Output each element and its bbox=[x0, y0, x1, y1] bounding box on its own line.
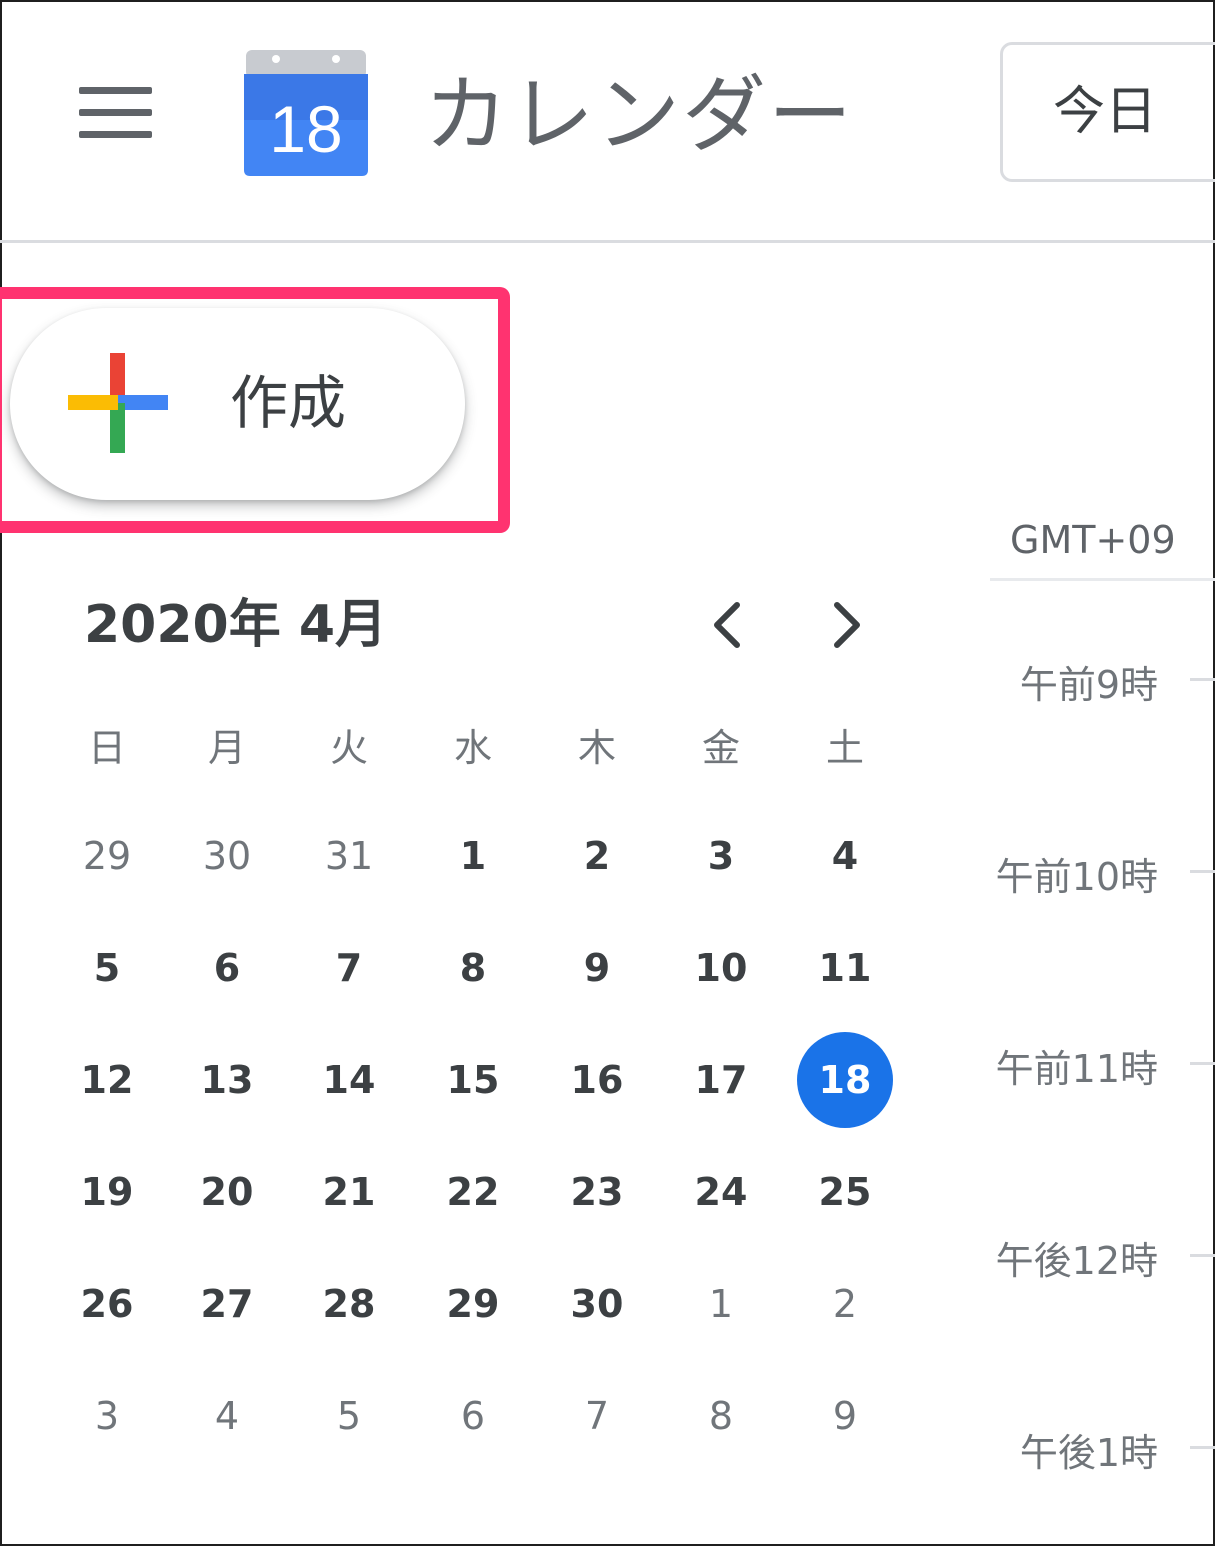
calendar-day[interactable]: 21 bbox=[299, 1142, 399, 1242]
calendar-day[interactable]: 2 bbox=[795, 1254, 895, 1354]
hour-label: 午前9時 bbox=[1019, 663, 1158, 707]
calendar-day[interactable]: 14 bbox=[299, 1030, 399, 1130]
calendar-day[interactable]: 29 bbox=[57, 806, 157, 906]
calendar-day[interactable]: 30 bbox=[547, 1254, 647, 1354]
hour-gridline bbox=[1190, 1254, 1215, 1257]
calendar-day[interactable]: 24 bbox=[671, 1142, 771, 1242]
calendar-day[interactable]: 4 bbox=[177, 1366, 277, 1466]
calendar-day[interactable]: 8 bbox=[423, 918, 523, 1018]
calendar-day[interactable]: 29 bbox=[423, 1254, 523, 1354]
today-button[interactable]: 今日 bbox=[1000, 42, 1215, 182]
calendar-day[interactable]: 13 bbox=[177, 1030, 277, 1130]
calendar-day[interactable]: 9 bbox=[795, 1366, 895, 1466]
weekday-header: 火 bbox=[329, 726, 368, 770]
calendar-day[interactable]: 7 bbox=[299, 918, 399, 1018]
calendar-day[interactable]: 28 bbox=[299, 1254, 399, 1354]
calendar-day[interactable]: 11 bbox=[795, 918, 895, 1018]
app-title: カレンダー bbox=[424, 66, 855, 164]
hour-gridline bbox=[1190, 870, 1215, 873]
calendar-day[interactable]: 5 bbox=[299, 1366, 399, 1466]
calendar-day[interactable]: 4 bbox=[795, 806, 895, 906]
calendar-day[interactable]: 7 bbox=[547, 1366, 647, 1466]
calendar-day[interactable]: 17 bbox=[671, 1030, 771, 1130]
weekday-header: 日 bbox=[87, 726, 126, 770]
hour-label: 午後1時 bbox=[1019, 1431, 1158, 1475]
calendar-day[interactable]: 19 bbox=[57, 1142, 157, 1242]
calendar-day[interactable]: 6 bbox=[177, 918, 277, 1018]
mini-calendar-month-title: 2020年 4月 bbox=[84, 595, 388, 655]
main-menu-button[interactable] bbox=[70, 78, 162, 148]
calendar-day[interactable]: 22 bbox=[423, 1142, 523, 1242]
highlight-annotation-box bbox=[0, 287, 510, 533]
calendar-day[interactable]: 26 bbox=[57, 1254, 157, 1354]
weekday-header: 金 bbox=[701, 726, 740, 770]
calendar-day[interactable]: 2 bbox=[547, 806, 647, 906]
calendar-day[interactable]: 12 bbox=[57, 1030, 157, 1130]
calendar-day[interactable]: 1 bbox=[671, 1254, 771, 1354]
calendar-day[interactable]: 15 bbox=[423, 1030, 523, 1130]
calendar-day[interactable]: 20 bbox=[177, 1142, 277, 1242]
calendar-day[interactable]: 3 bbox=[57, 1366, 157, 1466]
hour-gridline bbox=[1190, 1062, 1215, 1065]
hour-label: 午前11時 bbox=[995, 1047, 1158, 1091]
calendar-day[interactable]: 23 bbox=[547, 1142, 647, 1242]
calendar-day[interactable]: 6 bbox=[423, 1366, 523, 1466]
calendar-day-today[interactable]: 18 bbox=[795, 1030, 895, 1130]
calendar-day[interactable]: 30 bbox=[177, 806, 277, 906]
hour-gridline bbox=[1190, 1446, 1215, 1449]
weekday-header: 木 bbox=[577, 726, 616, 770]
calendar-day[interactable]: 27 bbox=[177, 1254, 277, 1354]
calendar-day[interactable]: 10 bbox=[671, 918, 771, 1018]
prev-month-button[interactable] bbox=[697, 595, 757, 655]
calendar-day[interactable]: 3 bbox=[671, 806, 771, 906]
calendar-day[interactable]: 16 bbox=[547, 1030, 647, 1130]
hour-label: 午後12時 bbox=[995, 1239, 1158, 1283]
weekday-header: 月 bbox=[207, 726, 246, 770]
calendar-day[interactable]: 9 bbox=[547, 918, 647, 1018]
header-divider bbox=[0, 240, 1215, 243]
google-calendar-logo-icon[interactable]: 18 bbox=[242, 48, 370, 178]
weekday-header: 土 bbox=[825, 726, 864, 770]
hour-gridline bbox=[1190, 678, 1215, 681]
timezone-divider bbox=[990, 578, 1215, 581]
calendar-day[interactable]: 31 bbox=[299, 806, 399, 906]
hour-label: 午前10時 bbox=[995, 855, 1158, 899]
calendar-day[interactable]: 25 bbox=[795, 1142, 895, 1242]
calendar-day[interactable]: 5 bbox=[57, 918, 157, 1018]
calendar-day[interactable]: 8 bbox=[671, 1366, 771, 1466]
calendar-day[interactable]: 1 bbox=[423, 806, 523, 906]
chevron-left-icon bbox=[714, 602, 740, 648]
chevron-right-icon bbox=[834, 602, 860, 648]
weekday-header: 水 bbox=[453, 726, 492, 770]
next-month-button[interactable] bbox=[817, 595, 877, 655]
logo-day-number: 18 bbox=[269, 92, 342, 166]
timezone-label: GMT+09 bbox=[1010, 518, 1176, 562]
